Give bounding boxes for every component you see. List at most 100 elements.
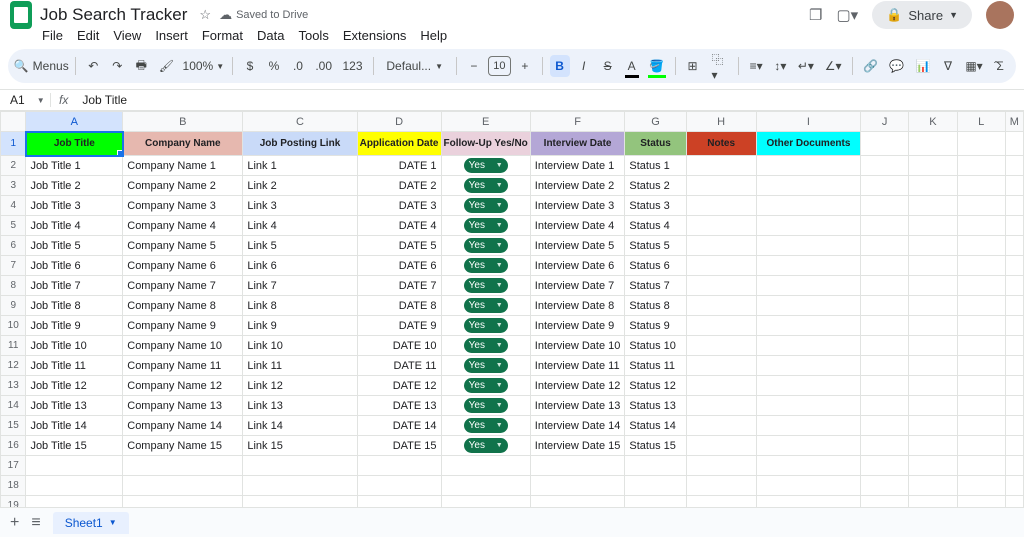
- insert-link-button[interactable]: 🔗: [860, 55, 882, 77]
- cell-I4[interactable]: [756, 196, 861, 216]
- row-header-2[interactable]: 2: [1, 156, 26, 176]
- cell-G14[interactable]: Status 13: [625, 396, 686, 416]
- cell-J4[interactable]: [861, 196, 909, 216]
- row-header-18[interactable]: 18: [1, 476, 26, 496]
- cell-C17[interactable]: [243, 456, 357, 476]
- cell-K2[interactable]: [909, 156, 958, 176]
- select-all-corner[interactable]: [1, 112, 26, 132]
- cell-A12[interactable]: Job Title 11: [26, 356, 123, 376]
- cell-B12[interactable]: Company Name 11: [123, 356, 243, 376]
- cell-L7[interactable]: [957, 256, 1005, 276]
- cell-E7[interactable]: Yes▼: [441, 256, 530, 276]
- followup-chip[interactable]: Yes▼: [464, 358, 508, 373]
- cell-I18[interactable]: [756, 476, 861, 496]
- cell-J9[interactable]: [861, 296, 909, 316]
- cloud-saved-icon[interactable]: ☁: [219, 7, 232, 23]
- cell-B7[interactable]: Company Name 6: [123, 256, 243, 276]
- cell-H2[interactable]: [686, 156, 756, 176]
- cell-K14[interactable]: [909, 396, 958, 416]
- cell-B9[interactable]: Company Name 8: [123, 296, 243, 316]
- cell-A7[interactable]: Job Title 6: [26, 256, 123, 276]
- cell-C8[interactable]: Link 7: [243, 276, 357, 296]
- cell-K12[interactable]: [909, 356, 958, 376]
- cell-D4[interactable]: DATE 3: [357, 196, 441, 216]
- font-family-select[interactable]: Defaul...▼: [380, 59, 449, 73]
- zoom-select[interactable]: 100% ▼: [182, 55, 226, 77]
- cell-I5[interactable]: [756, 216, 861, 236]
- row-header-4[interactable]: 4: [1, 196, 26, 216]
- cell-G11[interactable]: Status 10: [625, 336, 686, 356]
- cell-F4[interactable]: Interview Date 3: [530, 196, 625, 216]
- cell-L5[interactable]: [957, 216, 1005, 236]
- cell-J16[interactable]: [861, 436, 909, 456]
- cell-E5[interactable]: Yes▼: [441, 216, 530, 236]
- cell-A18[interactable]: [26, 476, 123, 496]
- row-header-7[interactable]: 7: [1, 256, 26, 276]
- column-header-K[interactable]: K: [909, 112, 958, 132]
- share-button[interactable]: 🔒 Share ▼: [872, 1, 972, 29]
- cell-I14[interactable]: [756, 396, 861, 416]
- cell-B5[interactable]: Company Name 4: [123, 216, 243, 236]
- cell-M5[interactable]: [1005, 216, 1023, 236]
- cell-I6[interactable]: [756, 236, 861, 256]
- cell-H13[interactable]: [686, 376, 756, 396]
- column-header-H[interactable]: H: [686, 112, 756, 132]
- cell-H4[interactable]: [686, 196, 756, 216]
- star-icon[interactable]: ☆: [199, 7, 211, 23]
- row-header-11[interactable]: 11: [1, 336, 26, 356]
- cell-L9[interactable]: [957, 296, 1005, 316]
- cell-B18[interactable]: [123, 476, 243, 496]
- menu-view[interactable]: View: [113, 28, 141, 43]
- menu-insert[interactable]: Insert: [155, 28, 188, 43]
- cell-K17[interactable]: [909, 456, 958, 476]
- row-header-8[interactable]: 8: [1, 276, 26, 296]
- column-header-M[interactable]: M: [1005, 112, 1023, 132]
- cell-J6[interactable]: [861, 236, 909, 256]
- cell-L10[interactable]: [957, 316, 1005, 336]
- decrease-font-button[interactable]: −: [464, 55, 484, 77]
- cell-F6[interactable]: Interview Date 5: [530, 236, 625, 256]
- cell-B1[interactable]: Company Name: [123, 132, 243, 156]
- cell-J13[interactable]: [861, 376, 909, 396]
- cell-F9[interactable]: Interview Date 8: [530, 296, 625, 316]
- cell-J11[interactable]: [861, 336, 909, 356]
- cell-E9[interactable]: Yes▼: [441, 296, 530, 316]
- cell-D11[interactable]: DATE 10: [357, 336, 441, 356]
- cell-A4[interactable]: Job Title 3: [26, 196, 123, 216]
- cell-I1[interactable]: Other Documents: [756, 132, 861, 156]
- horizontal-align-button[interactable]: ≡▾: [746, 55, 767, 77]
- cell-F17[interactable]: [530, 456, 625, 476]
- cell-I2[interactable]: [756, 156, 861, 176]
- cell-L4[interactable]: [957, 196, 1005, 216]
- cell-C12[interactable]: Link 11: [243, 356, 357, 376]
- cell-M13[interactable]: [1005, 376, 1023, 396]
- cell-J8[interactable]: [861, 276, 909, 296]
- cell-D8[interactable]: DATE 7: [357, 276, 441, 296]
- cell-D18[interactable]: [357, 476, 441, 496]
- cell-L1[interactable]: [957, 132, 1005, 156]
- cell-B15[interactable]: Company Name 14: [123, 416, 243, 436]
- cell-H12[interactable]: [686, 356, 756, 376]
- cell-C13[interactable]: Link 12: [243, 376, 357, 396]
- column-header-L[interactable]: L: [957, 112, 1005, 132]
- cell-A14[interactable]: Job Title 13: [26, 396, 123, 416]
- cell-F3[interactable]: Interview Date 2: [530, 176, 625, 196]
- cell-E6[interactable]: Yes▼: [441, 236, 530, 256]
- cell-K13[interactable]: [909, 376, 958, 396]
- cell-L16[interactable]: [957, 436, 1005, 456]
- cell-M14[interactable]: [1005, 396, 1023, 416]
- row-header-6[interactable]: 6: [1, 236, 26, 256]
- cell-C9[interactable]: Link 8: [243, 296, 357, 316]
- cell-H7[interactable]: [686, 256, 756, 276]
- more-formats-button[interactable]: 123: [339, 55, 365, 77]
- row-header-13[interactable]: 13: [1, 376, 26, 396]
- cell-G17[interactable]: [625, 456, 686, 476]
- increase-decimal-button[interactable]: .00: [312, 55, 335, 77]
- cell-C18[interactable]: [243, 476, 357, 496]
- column-header-I[interactable]: I: [756, 112, 861, 132]
- borders-button[interactable]: ⊞: [683, 55, 703, 77]
- cell-A5[interactable]: Job Title 4: [26, 216, 123, 236]
- row-header-1[interactable]: 1: [1, 132, 26, 156]
- cell-G1[interactable]: Status: [625, 132, 686, 156]
- row-header-17[interactable]: 17: [1, 456, 26, 476]
